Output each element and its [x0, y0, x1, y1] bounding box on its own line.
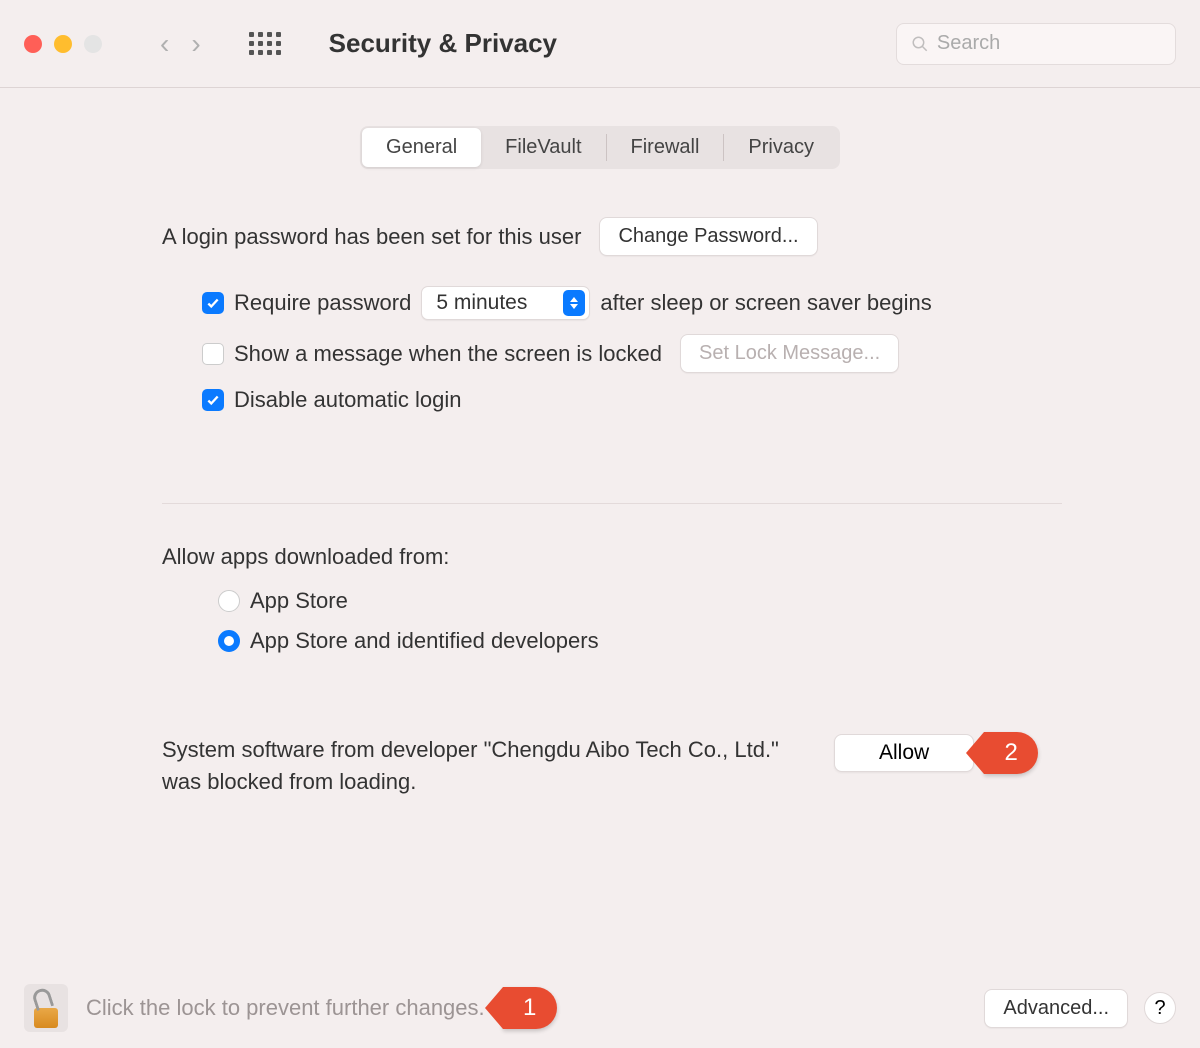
footer: Click the lock to prevent further change…: [0, 984, 1200, 1032]
forward-button: ›: [191, 28, 200, 60]
allow-apps-heading: Allow apps downloaded from:: [162, 544, 1062, 570]
require-password-label: Require password: [234, 290, 411, 316]
require-password-delay-select[interactable]: 5 minutes: [421, 286, 590, 320]
tab-general[interactable]: General: [362, 128, 481, 167]
allow-button[interactable]: Allow: [834, 734, 974, 772]
nav-arrows: ‹ ›: [160, 28, 201, 60]
advanced-button[interactable]: Advanced...: [984, 989, 1128, 1028]
search-input[interactable]: [937, 32, 1161, 55]
radio-identified-developers[interactable]: [218, 630, 240, 652]
show-all-icon[interactable]: [249, 32, 281, 55]
radio-app-store[interactable]: [218, 590, 240, 612]
disable-auto-login-checkbox[interactable]: [202, 389, 224, 411]
search-field[interactable]: [896, 23, 1176, 65]
content-area: General FileVault Firewall Privacy A log…: [0, 88, 1200, 798]
window-controls: [24, 35, 102, 53]
show-message-checkbox[interactable]: [202, 343, 224, 365]
divider: [162, 503, 1062, 504]
page-title: Security & Privacy: [329, 28, 557, 59]
tab-filevault[interactable]: FileVault: [481, 128, 605, 167]
search-icon: [911, 34, 929, 54]
help-button[interactable]: ?: [1144, 992, 1176, 1024]
radio-app-store-label: App Store: [250, 588, 348, 614]
stepper-icon: [563, 290, 585, 316]
back-button[interactable]: ‹: [160, 28, 169, 60]
login-password-text: A login password has been set for this u…: [162, 224, 581, 250]
require-password-suffix: after sleep or screen saver begins: [600, 290, 931, 316]
lock-hint-text: Click the lock to prevent further change…: [86, 995, 485, 1021]
annotation-callout-1: 1: [503, 987, 557, 1029]
toolbar: ‹ › Security & Privacy: [0, 0, 1200, 88]
require-password-checkbox[interactable]: [202, 292, 224, 314]
lock-icon[interactable]: [24, 984, 68, 1032]
radio-identified-label: App Store and identified developers: [250, 628, 599, 654]
change-password-button[interactable]: Change Password...: [599, 217, 817, 256]
zoom-window-button: [84, 35, 102, 53]
require-password-delay-value: 5 minutes: [436, 291, 527, 315]
general-panel: A login password has been set for this u…: [28, 217, 1172, 798]
show-message-label: Show a message when the screen is locked: [234, 341, 662, 367]
tab-privacy[interactable]: Privacy: [724, 128, 838, 167]
close-window-button[interactable]: [24, 35, 42, 53]
annotation-callout-2: 2: [984, 732, 1038, 774]
disable-auto-login-label: Disable automatic login: [234, 387, 461, 413]
blocked-software-text: System software from developer "Chengdu …: [162, 734, 802, 798]
minimize-window-button[interactable]: [54, 35, 72, 53]
tab-firewall[interactable]: Firewall: [607, 128, 724, 167]
set-lock-message-button: Set Lock Message...: [680, 334, 899, 373]
tab-bar: General FileVault Firewall Privacy: [28, 126, 1172, 169]
